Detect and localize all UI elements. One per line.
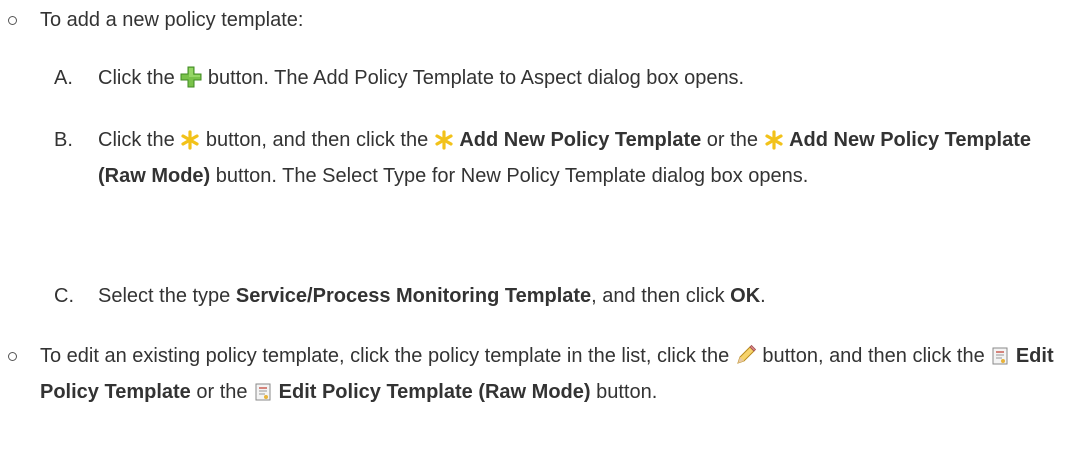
step-c-text-2: , and then click bbox=[591, 285, 725, 307]
bullet-edit-template: To edit an existing policy template, cli… bbox=[8, 340, 1080, 412]
asterisk-icon bbox=[434, 128, 454, 160]
asterisk-icon bbox=[764, 128, 784, 160]
step-b-text-2: button, and then click the bbox=[205, 129, 429, 151]
bullet-add-template: To add a new policy template: bbox=[8, 4, 1080, 36]
policy-template-icon bbox=[990, 344, 1010, 376]
step-b-text-1: Click the bbox=[98, 129, 175, 151]
add-new-policy-template-label: Add New Policy Template bbox=[459, 129, 702, 151]
ok-label: OK bbox=[730, 285, 761, 307]
pencil-icon bbox=[735, 344, 757, 376]
step-b-text-4: button. The Select Type for New Policy T… bbox=[215, 165, 809, 187]
bullet-marker bbox=[8, 16, 17, 25]
step-a-text-1: Click the bbox=[98, 67, 175, 89]
policy-template-icon bbox=[253, 380, 273, 412]
add-template-intro: To add a new policy template: bbox=[40, 9, 304, 31]
step-letter-b: B. bbox=[54, 129, 73, 151]
edit-text-3: or the bbox=[196, 381, 248, 403]
service-process-template-label: Service/Process Monitoring Template bbox=[235, 285, 592, 307]
step-letter-c: C. bbox=[54, 285, 74, 307]
edit-text-2: button, and then click the bbox=[762, 345, 985, 367]
asterisk-icon bbox=[180, 128, 200, 160]
step-c: C. Select the type Service/Process Monit… bbox=[54, 280, 1084, 312]
step-letter-a: A. bbox=[54, 67, 73, 89]
edit-policy-template-raw-label: Edit Policy Template (Raw Mode) bbox=[278, 381, 591, 403]
plus-icon bbox=[180, 66, 202, 98]
bullet-marker bbox=[8, 352, 17, 361]
edit-text-1: To edit an existing policy template, cli… bbox=[40, 345, 730, 367]
step-c-text-1: Select the type bbox=[98, 285, 231, 307]
step-a: A. Click the button. The Add Policy Temp… bbox=[54, 62, 1084, 98]
edit-text-4: button. bbox=[596, 381, 658, 403]
step-c-text-3: . bbox=[760, 285, 766, 307]
step-b: B. Click the button, and then click the … bbox=[54, 124, 1084, 192]
step-a-text-2: button. The Add Policy Template to Aspec… bbox=[207, 67, 745, 89]
step-b-text-3: or the bbox=[706, 129, 758, 151]
